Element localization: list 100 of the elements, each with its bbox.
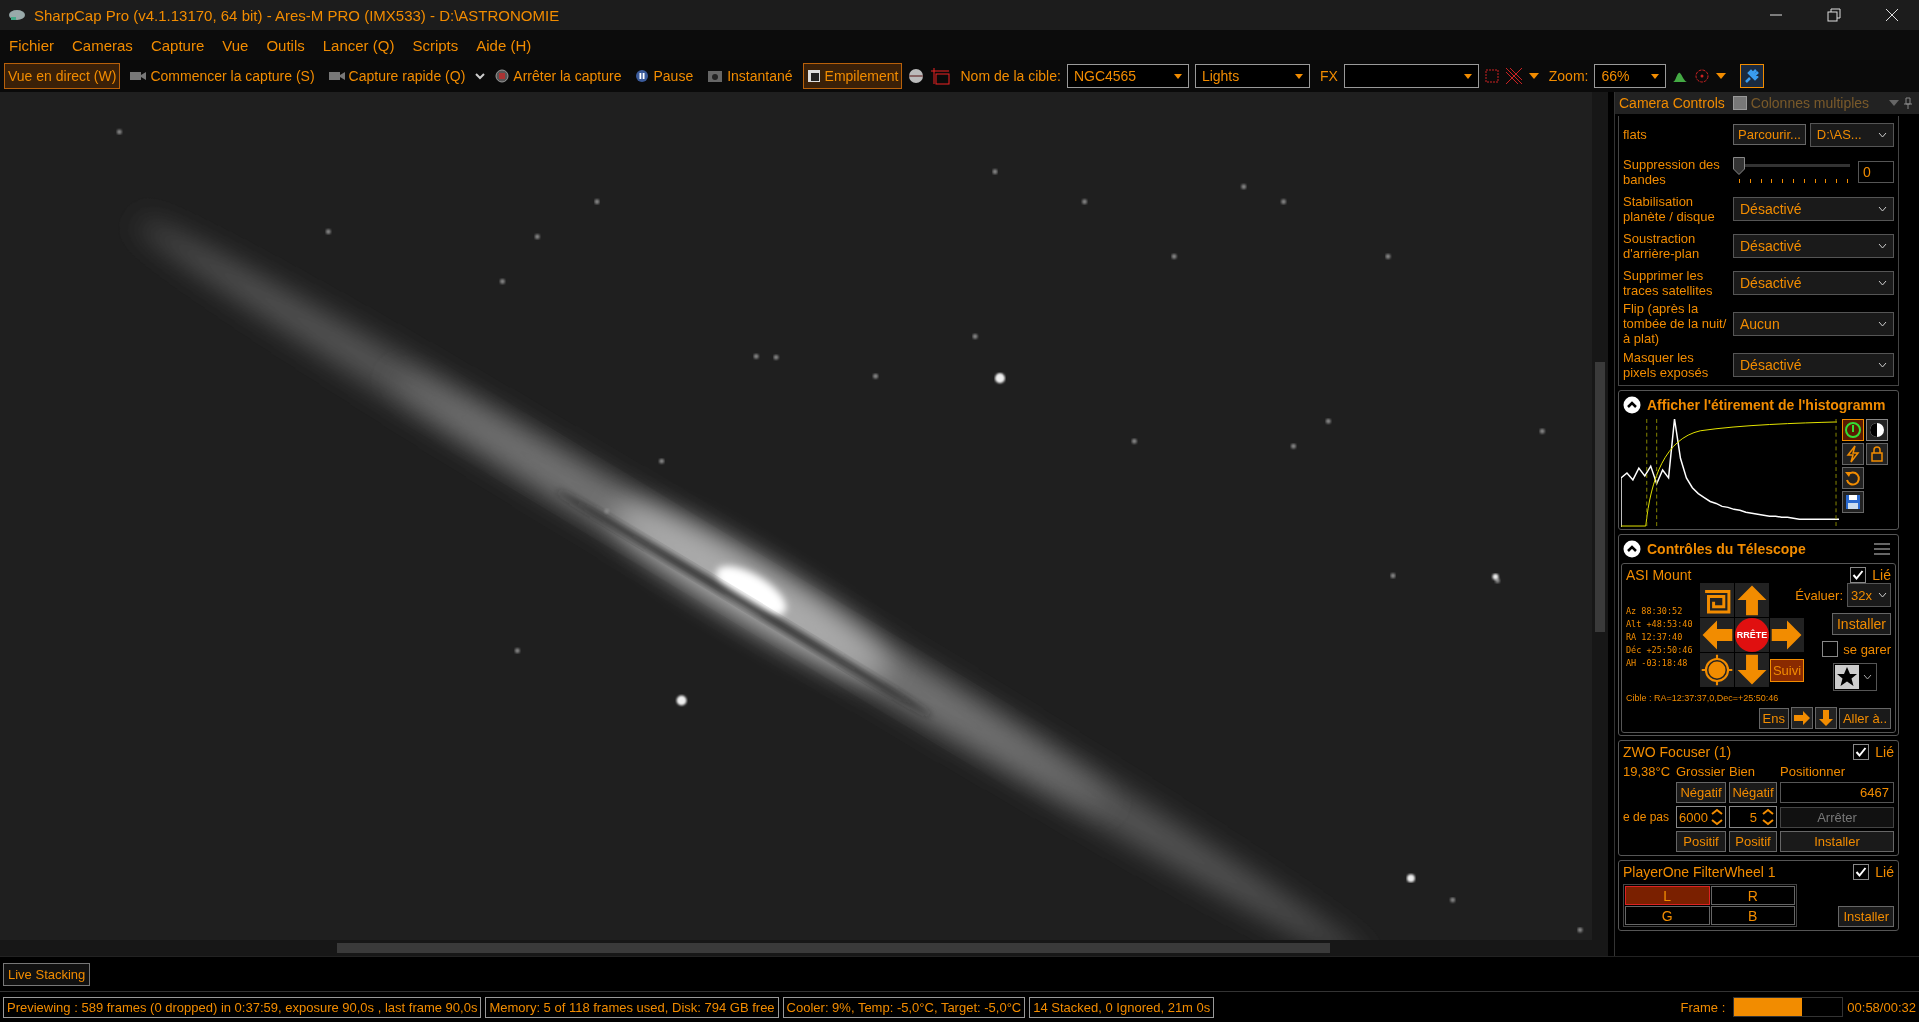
filter-button[interactable]: L (1625, 886, 1710, 905)
power-icon[interactable] (1842, 419, 1864, 441)
stop-button[interactable]: RRÊTE (1735, 618, 1769, 652)
chevron-icon (1878, 242, 1887, 249)
vertical-scrollbar[interactable] (1592, 92, 1608, 940)
negative-button[interactable]: Négatif (1729, 782, 1777, 803)
setting-dropdown[interactable]: Désactivé (1733, 196, 1894, 221)
caret-icon[interactable] (1716, 72, 1727, 80)
toolbar-button[interactable]: Instantané (703, 63, 797, 89)
tracking-button[interactable]: Suivi (1769, 658, 1805, 682)
filter-button[interactable]: R (1710, 886, 1795, 905)
menu-item[interactable]: Fichier (9, 36, 54, 54)
collapse-icon[interactable] (1623, 396, 1641, 414)
folder-dropdown[interactable]: D:\AS... (1809, 122, 1894, 147)
setting-dropdown[interactable]: Désactivé (1733, 233, 1894, 258)
lower-limit-line[interactable] (1646, 419, 1648, 527)
rate-dropdown[interactable]: 32x (1847, 583, 1891, 607)
toolbar-button[interactable]: Empilement (802, 63, 903, 89)
menu-item[interactable]: Outils (266, 36, 305, 54)
close-icon[interactable] (1885, 8, 1899, 22)
toolbar-button[interactable]: Vue en direct (W) (4, 63, 121, 89)
reset-icon[interactable] (1842, 467, 1864, 489)
menu-item[interactable]: Cameras (72, 36, 133, 54)
down-arrow-icon[interactable] (1735, 653, 1769, 687)
fx-dropdown[interactable] (1343, 64, 1479, 88)
plug-icon[interactable] (1740, 64, 1765, 88)
checkbox-label: Lié (1875, 744, 1894, 760)
goto-button[interactable]: Aller à.. (1838, 707, 1891, 729)
menu-item[interactable]: Lancer (Q) (322, 36, 395, 54)
set-button[interactable]: Ens (1758, 707, 1789, 729)
zoom-dropdown[interactable]: 66% (1594, 64, 1667, 88)
lock-icon[interactable] (1866, 443, 1888, 465)
setting-dropdown[interactable]: Désactivé (1733, 352, 1894, 377)
menu-item[interactable]: Capture (150, 36, 205, 54)
caret-icon[interactable] (475, 72, 486, 80)
menu-icon[interactable] (1874, 543, 1890, 555)
spin-arrows-icon[interactable] (1709, 806, 1725, 828)
install-button[interactable]: Installer (1838, 906, 1894, 927)
step-spinbox[interactable]: 5 (1729, 806, 1777, 828)
pin-icon[interactable] (1903, 97, 1913, 109)
collapse-icon[interactable] (1623, 540, 1641, 558)
checkbox[interactable] (1732, 96, 1747, 110)
lightning-icon[interactable] (1842, 443, 1864, 465)
setting-dropdown[interactable]: Aucun (1733, 311, 1894, 336)
toolbar-button[interactable]: Commencer la capture (S) (126, 63, 319, 89)
value-field[interactable]: 0 (1858, 160, 1894, 183)
upper-limit-line[interactable] (1835, 419, 1837, 527)
coordinate-readout: AH -03:18:48 (1626, 657, 1689, 670)
menu-item[interactable]: Scripts (412, 36, 459, 54)
midpoint-line[interactable] (1656, 419, 1658, 527)
horizontal-scrollbar[interactable] (0, 940, 1608, 956)
toolbar-button[interactable]: Capture rapide (Q) (324, 63, 470, 89)
cross-icon[interactable] (1504, 67, 1523, 85)
caret-icon (1463, 73, 1472, 79)
negative-button[interactable]: Négatif (1676, 782, 1726, 803)
checkbox[interactable] (1853, 744, 1870, 760)
left-arrow-icon[interactable] (1700, 618, 1734, 652)
target-label: Nom de la cible: (960, 68, 1061, 84)
browse-button[interactable]: Parcourir... (1733, 124, 1806, 145)
crosshair-icon[interactable] (1700, 653, 1734, 687)
filter-button[interactable]: G (1625, 906, 1710, 925)
checkbox-label: Lié (1875, 864, 1894, 880)
caret-icon[interactable] (1528, 72, 1539, 80)
star-dropdown[interactable] (1833, 663, 1877, 691)
step-spinbox[interactable]: 6000 (1676, 806, 1726, 828)
planet-icon[interactable] (908, 68, 925, 84)
checkbox-label: Lié (1872, 567, 1891, 583)
coordinate-readout: Déc +25:50:46 (1626, 644, 1694, 657)
caret-icon (1651, 73, 1660, 79)
checkbox[interactable] (1850, 567, 1867, 583)
frame-type-dropdown[interactable]: Lights (1194, 64, 1310, 88)
target-dropdown[interactable]: NGC4565 (1066, 64, 1189, 88)
right-arrow-icon[interactable] (1770, 618, 1804, 652)
slider-thumb[interactable] (1733, 156, 1745, 175)
columns-option-label: Colonnes multiples (1750, 95, 1871, 111)
contrast-icon[interactable] (1866, 419, 1888, 441)
status-field: Cooler: 9%, Temp: -5,0°C, Target: -5,0°C (782, 996, 1026, 1018)
positive-button[interactable]: Positif (1729, 831, 1777, 852)
filter-button[interactable]: B (1710, 906, 1795, 925)
menu-item[interactable]: Vue (222, 36, 249, 54)
setting-label: Suppression des bandes (1623, 156, 1721, 187)
toolbar-button[interactable]: Pause (631, 63, 698, 89)
restore-icon[interactable] (1827, 8, 1841, 22)
target-icon[interactable] (1694, 68, 1711, 84)
position-field[interactable]: 6467 (1780, 782, 1894, 803)
checkbox[interactable] (1822, 641, 1839, 657)
panel-tab[interactable]: Camera Controls (1615, 95, 1729, 111)
up-arrow-icon[interactable] (1735, 583, 1769, 617)
save-icon[interactable] (1842, 491, 1864, 513)
menu-item[interactable]: Aide (H) (476, 36, 532, 54)
setting-dropdown[interactable]: Désactivé (1733, 270, 1894, 295)
live-stacking-tab[interactable]: Live Stacking (3, 962, 91, 986)
install-button[interactable]: Installer (1780, 831, 1894, 852)
spiral-icon[interactable] (1700, 583, 1734, 617)
toolbar-button[interactable]: Arrêter la capture (491, 63, 626, 89)
spin-arrows-icon[interactable] (1760, 806, 1776, 828)
checkbox[interactable] (1853, 864, 1870, 880)
frame-time: 00:58/00:32 (1847, 999, 1916, 1015)
install-button[interactable]: Installer (1831, 613, 1891, 635)
positive-button[interactable]: Positif (1676, 831, 1726, 852)
